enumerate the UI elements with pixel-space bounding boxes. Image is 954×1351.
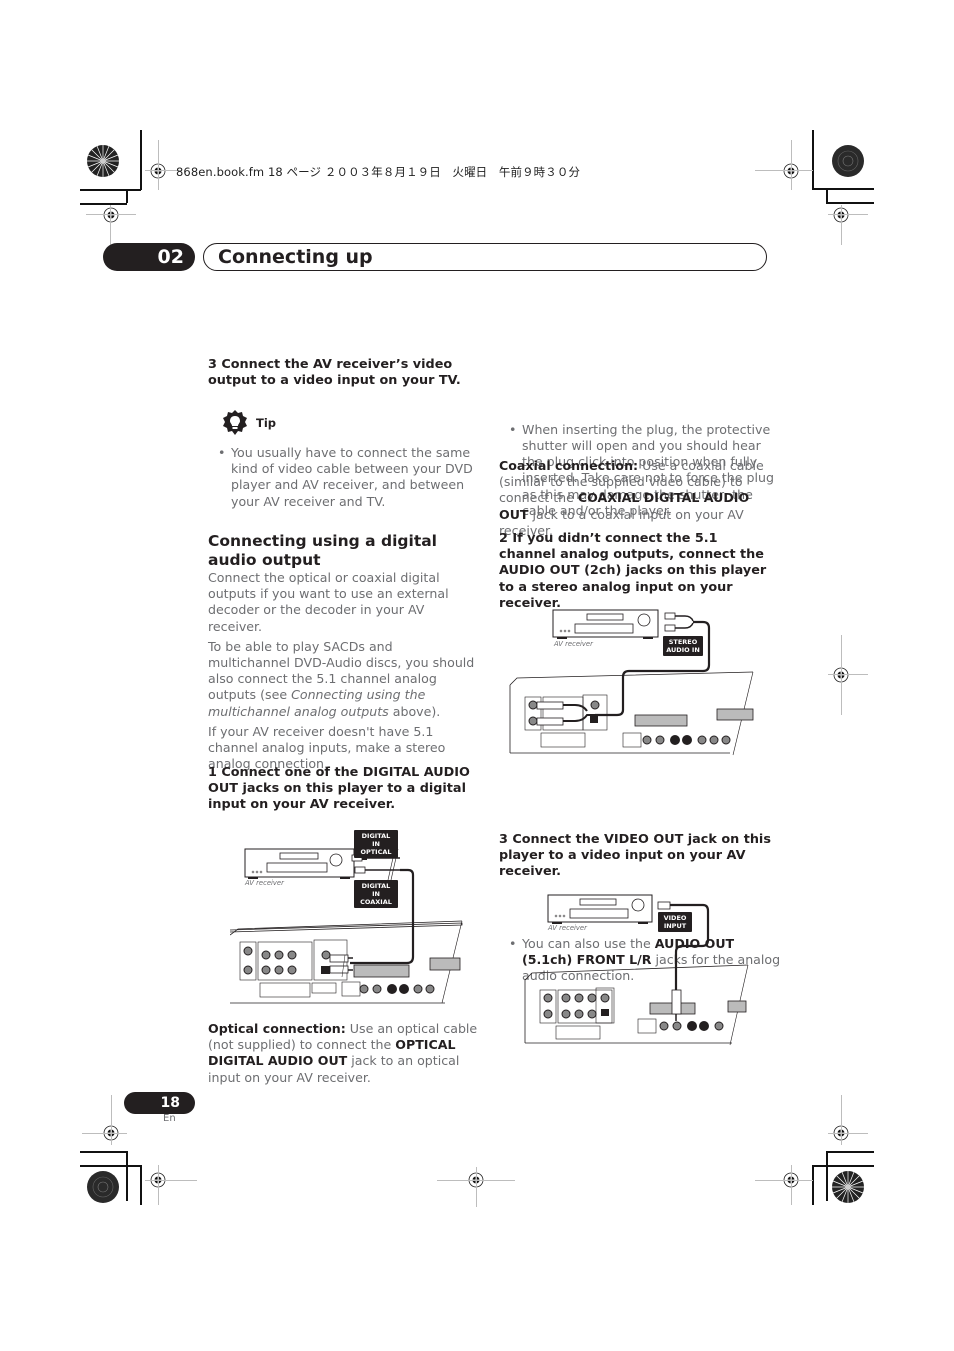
stereo-audio-in-tag: STEREO AUDIO IN (663, 636, 703, 656)
digital-in-coaxial-tag: DIGITAL IN COAXIAL (354, 880, 398, 908)
stereo-connection-diagram (509, 609, 754, 756)
page-language: En (163, 1113, 176, 1124)
tip-bullet: • You usually have to connect the same k… (218, 445, 473, 509)
av-receiver-illustration (547, 894, 653, 924)
coaxial-connection-label: Coaxial connection: (499, 458, 639, 473)
player-rear-panel-illustration (509, 671, 754, 756)
video-connection-diagram (524, 894, 749, 1046)
page-number: 18 (124, 1092, 195, 1114)
av-receiver-label: AV receiver (548, 924, 587, 932)
coaxial-connection-paragraph: Coaxial connection: Use a coaxial cable … (499, 458, 771, 539)
print-file-info: 868en.book.fm 18 ページ ２００３年８月１９日 火曜日 午前９時… (176, 165, 581, 179)
chapter-title: Connecting up (218, 246, 373, 268)
optical-connection-paragraph: Optical connection: Use an optical cable… (208, 1021, 480, 1086)
lightbulb-tip-icon (223, 410, 247, 435)
registration-rosette-icon (87, 1171, 119, 1203)
player-rear-panel-illustration (524, 964, 749, 1046)
tip-bullet-text: You usually have to connect the same kin… (231, 445, 473, 509)
registration-target-icon (103, 207, 119, 223)
intro-paragraph: Connect the optical or coaxial digital o… (208, 570, 449, 634)
tip-callout: Tip (222, 410, 276, 436)
section-heading: Connecting using a digital audio output (208, 532, 437, 569)
digital-connection-diagram (230, 848, 463, 1004)
registration-starburst-icon (87, 145, 119, 177)
sacd-suffix: above). (388, 703, 441, 719)
step-3-video-out: 3 Connect the VIDEO OUT jack on this pla… (499, 832, 771, 880)
step-3-av-receiver-video: 3 Connect the AV receiver’s video output… (208, 357, 461, 389)
av-receiver-illustration (552, 609, 659, 639)
digital-in-optical-tag: DIGITAL IN OPTICAL (354, 830, 398, 858)
optical-connection-label: Optical connection: (208, 1021, 346, 1036)
av-receiver-illustration (244, 848, 355, 879)
registration-rosette-icon (832, 145, 864, 177)
chapter-number: 02 (103, 243, 195, 271)
video-input-tag: VIDEO INPUT (658, 912, 692, 932)
av-receiver-label: AV receiver (245, 879, 284, 887)
step-2-stereo-analog: 2 If you didn’t connect the 5.1 channel … (499, 531, 767, 611)
av-receiver-label: AV receiver (554, 640, 593, 648)
sacd-paragraph: To be able to play SACDs and multichanne… (208, 639, 478, 720)
registration-starburst-icon (832, 1171, 864, 1203)
tip-label: Tip (256, 416, 277, 430)
step-1-digital-audio: 1 Connect one of the DIGITAL AUDIO OUT j… (208, 765, 470, 813)
digital-audio-section: Connecting using a digital audio output … (208, 532, 478, 776)
